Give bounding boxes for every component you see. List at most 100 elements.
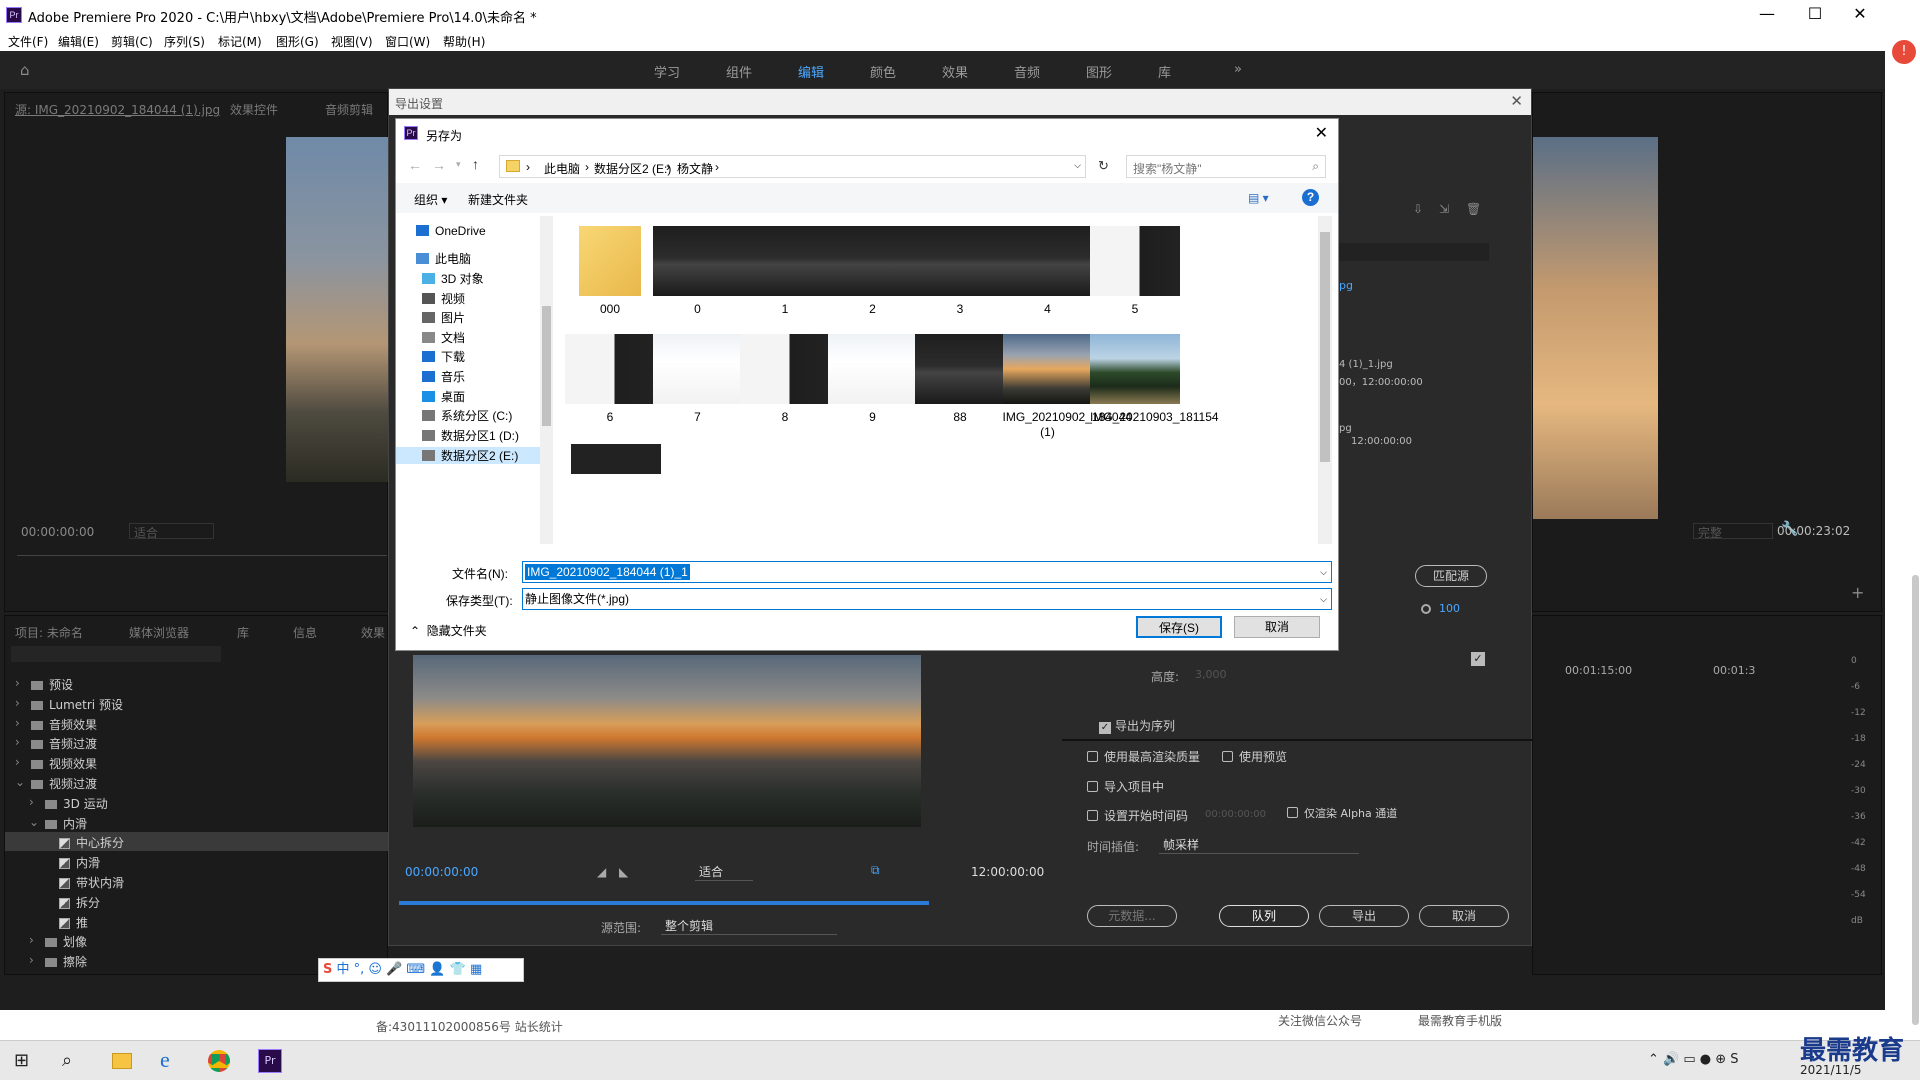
minimize-button[interactable]: — [1752,4,1782,23]
comments-field[interactable] [1339,243,1489,261]
view-options-icon[interactable]: ▤ ▾ [1248,191,1269,205]
file-item[interactable]: 1 [740,226,830,334]
nav-item[interactable]: 此电脑 [416,250,471,267]
tab-libraries[interactable]: 库 [237,624,249,641]
source-range-select[interactable]: 整个剪辑 [661,917,837,935]
save-as-close-icon[interactable]: ✕ [1315,123,1328,143]
export-cancel-button[interactable]: 取消 [1419,905,1509,927]
file-item[interactable]: 6 [565,334,655,442]
tree-item[interactable]: › 音频过渡 [5,733,389,752]
tree-item[interactable]: › 视频效果 [5,753,389,772]
file-item[interactable]: 88 [915,334,1005,442]
match-source-button[interactable]: 匹配源 [1415,565,1487,587]
width-value[interactable]: 100 [1439,602,1460,615]
premiere-taskbar-icon[interactable]: Pr [258,1049,282,1073]
width-slider-handle[interactable] [1421,604,1431,614]
file-item[interactable]: IMG_20210903_181154 [1090,334,1219,442]
export-button[interactable]: 导出 [1319,905,1409,927]
workspace-assembly[interactable]: 组件 [726,62,752,81]
source-ruler[interactable] [17,548,387,556]
nav-item[interactable]: 桌面 [422,388,465,405]
file-item[interactable]: 8 [740,334,830,442]
tree-item[interactable]: 内滑 [5,852,389,871]
menu-marker[interactable]: 标记(M) [218,33,262,50]
hide-folders-toggle[interactable]: ⌃ 隐藏文件夹 [410,622,487,639]
files-scrollbar[interactable] [1318,216,1332,544]
tree-item[interactable]: › 音频效果 [5,714,389,733]
menu-view[interactable]: 视图(V) [331,33,373,50]
up-icon[interactable]: ↑ [472,156,479,172]
nav-item[interactable]: 3D 对象 [422,270,484,287]
tree-item[interactable]: › 预设 [5,674,389,693]
nav-item[interactable]: 下载 [422,348,465,365]
help-icon[interactable]: ? [1302,189,1319,206]
mark-out-icon[interactable]: ◣ [619,865,628,879]
workspace-audio[interactable]: 音频 [1014,62,1040,81]
export-as-sequence-checkbox[interactable]: ✓ 导出为序列 [1099,717,1175,734]
ime-toolbar[interactable]: S 中 °, ☺ 🎤 ⌨ 👤 👕 ▦ [318,958,524,982]
tab-effect-controls[interactable]: 效果控件 [230,101,278,118]
tree-item[interactable]: › 划像 [5,931,389,950]
back-icon[interactable]: ← [408,157,422,173]
tree-item[interactable]: › Lumetri 预设 [5,694,389,713]
menu-window[interactable]: 窗口(W) [385,33,430,50]
breadcrumb-pc[interactable]: 此电脑 [544,160,580,177]
tab-source[interactable]: 源: IMG_20210902_184044 (1).jpg [15,101,220,118]
nav-item[interactable]: 音乐 [422,368,465,385]
file-item[interactable]: 3 [915,226,1005,334]
alpha-only-checkbox[interactable]: 仅渲染 Alpha 通道 [1287,805,1397,821]
search-input[interactable] [11,646,221,662]
home-icon[interactable]: ⌂ [20,61,30,79]
menu-sequence[interactable]: 序列(S) [164,33,205,50]
file-item[interactable]: IMG_20210902_184044 (1) [1002,334,1132,442]
workspace-editing[interactable]: 编辑 [798,62,824,81]
chrome-icon[interactable] [208,1050,230,1072]
tree-item[interactable]: 推 [5,912,389,931]
cancel-button[interactable]: 取消 [1234,616,1320,638]
nav-scrollbar[interactable] [540,216,553,544]
address-dropdown-icon[interactable]: ⌵ [1074,160,1081,171]
start-icon[interactable]: ⊞ [14,1050,29,1071]
file-item[interactable]: 2 [827,226,918,334]
organize-button[interactable]: 组织 ▾ [414,191,447,208]
tree-item[interactable]: 带状内滑 [5,872,389,891]
file-item[interactable]: 000 [565,226,655,334]
nav-item[interactable]: 系统分区 (C:) [422,407,512,424]
save-preset-icon[interactable]: ⇩ [1413,202,1423,216]
use-preview-checkbox[interactable]: 使用预览 [1222,748,1287,765]
workspace-color[interactable]: 颜色 [870,62,896,81]
source-fit-select[interactable]: 适合 [129,523,214,540]
tray-icons[interactable]: ⌃ 🔊 ▭ ● ⊕ S [1648,1052,1739,1067]
workspace-effects[interactable]: 效果 [942,62,968,81]
import-preset-icon[interactable]: ⇲ [1439,202,1449,216]
scrollbar[interactable] [1912,575,1919,1025]
import-project-checkbox[interactable]: 导入项目中 [1087,778,1164,795]
menu-graphics[interactable]: 图形(G) [276,33,319,50]
nav-item[interactable]: 视频 [422,290,465,307]
search-icon[interactable]: ⌕ [62,1050,72,1071]
workspace-graphics[interactable]: 图形 [1086,62,1112,81]
notification-icon[interactable]: ! [1892,40,1916,64]
interp-select[interactable]: 帧采样 [1159,836,1359,854]
maximize-button[interactable]: ☐ [1800,4,1830,23]
export-range-bar[interactable] [399,901,929,905]
tab-project[interactable]: 项目: 未命名 [15,624,83,641]
save-button[interactable]: 保存(S) [1136,616,1222,638]
file-explorer-icon[interactable] [112,1053,132,1069]
file-item[interactable]: 5 [1090,226,1180,334]
menu-help[interactable]: 帮助(H) [443,33,485,50]
tree-item[interactable]: ⌄ 视频过渡 [5,773,389,792]
file-item[interactable]: 4 [1002,226,1093,334]
nav-item[interactable]: 文档 [422,329,465,346]
max-quality-checkbox[interactable]: 使用最高渲染质量 [1087,748,1200,765]
workspace-libraries[interactable]: 库 [1158,62,1171,81]
address-bar[interactable]: › 此电脑 › 数据分区2 (E:) › 杨文静 › ⌵ [499,155,1086,178]
filename-input[interactable]: IMG_20210902_184044 (1)_1 ⌵ [522,561,1332,583]
program-fit-select[interactable]: 完整 [1693,523,1773,540]
set-start-tc-checkbox[interactable]: 设置开始时间码 [1087,807,1188,824]
close-button[interactable]: ✕ [1845,4,1875,23]
forward-icon[interactable]: → [432,157,446,173]
breadcrumb-folder[interactable]: 杨文静 [677,160,713,177]
file-item[interactable]: 0 [652,226,743,334]
new-folder-button[interactable]: 新建文件夹 [468,191,528,208]
